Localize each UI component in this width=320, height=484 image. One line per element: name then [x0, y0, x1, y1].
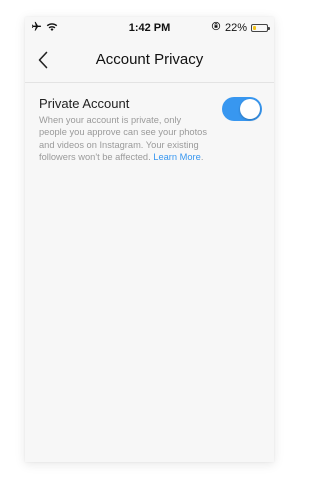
battery-icon: [251, 23, 270, 32]
content: Private Account When your account is pri…: [25, 83, 274, 163]
nav-bar: Account Privacy: [25, 39, 274, 83]
setting-description: When your account is private, only peopl…: [39, 114, 211, 163]
private-account-setting: Private Account When your account is pri…: [25, 83, 274, 163]
status-bar: 1:42 PM 22%: [25, 17, 274, 39]
private-account-toggle[interactable]: [222, 97, 262, 121]
battery-cap: [268, 26, 270, 30]
battery-percent: 22%: [224, 21, 247, 34]
orientation-lock-icon: [211, 21, 221, 34]
battery-level: [253, 25, 256, 30]
page-title: Account Privacy: [95, 51, 204, 68]
status-right: 22%: [211, 21, 270, 34]
toggle-knob: [240, 99, 260, 119]
phone-screen: 1:42 PM 22% Account Privacy Private Acco…: [25, 17, 274, 462]
link-suffix: .: [200, 151, 204, 162]
learn-more-link[interactable]: Learn More: [153, 152, 201, 162]
